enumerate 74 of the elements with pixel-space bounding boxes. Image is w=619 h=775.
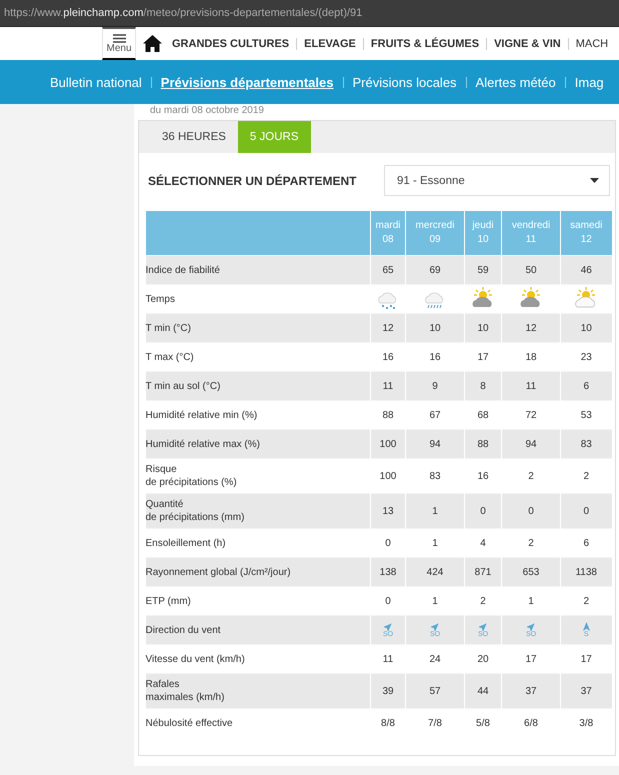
row-label: Rayonnement global (J/cm²/jour) [146, 558, 370, 586]
sun-cloud-icon [471, 286, 495, 308]
column-header: vendredi 11 [502, 211, 560, 256]
table-cell: 1138 [560, 558, 612, 586]
table-cell: 11 [370, 372, 406, 400]
table-cell: 37 [502, 674, 560, 708]
department-dropdown[interactable]: 91 - Essonne [384, 165, 610, 196]
table-cell: 59 [464, 256, 502, 284]
table-cell: 8/8 [370, 708, 406, 737]
row-label: T min (°C) [146, 314, 370, 342]
nav-link[interactable]: GRANDES CULTURES [172, 38, 296, 50]
table-cell: 8 [464, 372, 502, 400]
row-label: Rafales maximales (km/h) [146, 674, 370, 708]
nav-link[interactable]: VIGNE & VIN [486, 38, 568, 50]
nav-link[interactable]: MACH [568, 38, 608, 50]
table-cell: 0 [560, 494, 612, 528]
address-bar[interactable]: https://www.pleinchamp.com/meteo/previsions-departementales/(dept)/91 [0, 0, 619, 27]
table-cell: 138 [370, 558, 406, 586]
column-header: mercredi 09 [406, 211, 464, 256]
arrow-icon [478, 622, 488, 630]
table-cell: 94 [502, 430, 560, 458]
row-label: Humidité relative max (%) [146, 430, 370, 458]
table-cell: 871 [464, 558, 502, 586]
arrow-icon [582, 622, 591, 630]
date-text: du mardi 08 octobre 2019 [150, 104, 265, 118]
table-cell: 1 [406, 494, 464, 528]
table-cell: 7/8 [406, 708, 464, 737]
table-cell: 9 [406, 372, 464, 400]
row-label: Nébulosité effective [146, 708, 370, 737]
column-header: samedi 12 [560, 211, 612, 256]
menu-icon [112, 34, 126, 42]
table-cell: 12 [502, 314, 560, 342]
nav-link[interactable]: FRUITS & LÉGUMES [362, 38, 486, 50]
table-cell: 10 [406, 314, 464, 342]
field-label: SÉLECTIONNER UN DÉPARTEMENT [148, 174, 356, 188]
table-cell: 424 [406, 558, 464, 586]
table-cell: 100 [370, 430, 406, 458]
table-cell: 69 [406, 256, 464, 284]
caret-icon [590, 178, 599, 183]
arrow-icon [430, 622, 440, 630]
table-cell: 10 [464, 314, 502, 342]
table-cell: 12 [370, 314, 406, 342]
table-cell: 65 [370, 256, 406, 284]
table-cell: 44 [464, 674, 502, 708]
table-cell: 10 [560, 314, 612, 342]
column-header: jeudi 10 [464, 211, 502, 256]
nav-link[interactable]: ELEVAGE [296, 38, 363, 50]
row-label: Direction du vent [146, 616, 370, 644]
table-cell: 94 [406, 430, 464, 458]
table-cell: 5/8 [464, 708, 502, 737]
home-icon[interactable] [143, 35, 162, 52]
tab[interactable]: 36 HEURES [150, 121, 238, 153]
table-cell: 11 [502, 372, 560, 400]
table-cell: 3/8 [560, 708, 612, 737]
arrow-icon [526, 622, 536, 630]
table-cell: 0 [502, 494, 560, 528]
table-cell: 50 [502, 256, 560, 284]
arrow-icon [384, 622, 392, 630]
row-label: T min au sol (°C) [146, 372, 370, 400]
table-cell: 83 [560, 430, 612, 458]
table-cell: 39 [370, 674, 406, 708]
table-cell: 37 [560, 674, 612, 708]
row-label: Quantité de précipitations (mm) [146, 494, 370, 528]
table-cell: 13 [370, 494, 406, 528]
table-cell: 88 [464, 430, 502, 458]
table-cell: 57 [406, 674, 464, 708]
sun-cloud-icon [519, 286, 543, 308]
table-cell: 46 [560, 256, 612, 284]
table-cell: 6 [560, 372, 612, 400]
column-header: mardi 08 [370, 211, 406, 256]
row-label: Indice de fiabilité [146, 256, 370, 284]
table-cell: 6/8 [502, 708, 560, 737]
table-cell: 653 [502, 558, 560, 586]
table-cell: 0 [464, 494, 502, 528]
